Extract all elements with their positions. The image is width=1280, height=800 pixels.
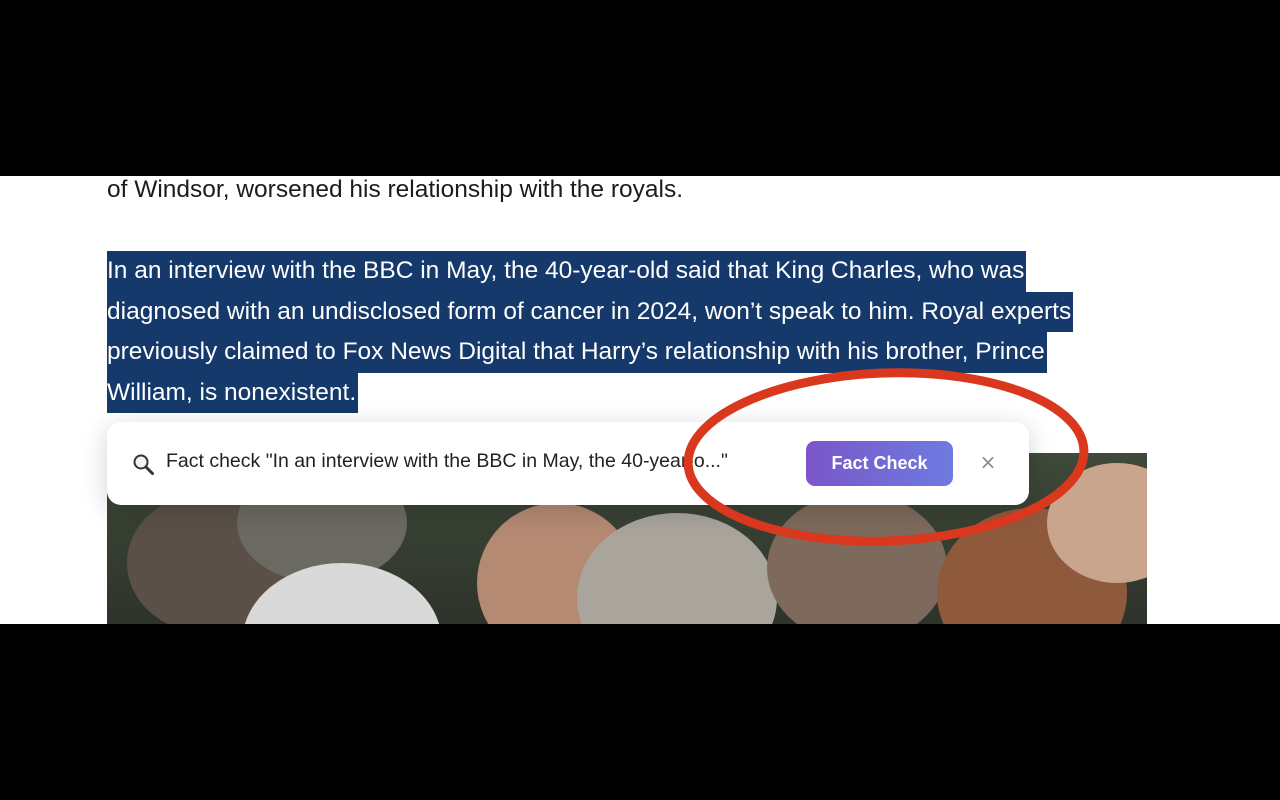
article-paragraph-text: of Windsor, worsened his relationship wi… bbox=[107, 176, 684, 203]
selected-text-line: In an interview with the BBC in May, the… bbox=[107, 251, 1027, 292]
letterbox-top bbox=[0, 0, 1280, 176]
selected-text-line: diagnosed with an undisclosed form of ca… bbox=[107, 291, 1074, 332]
photo-crowd-shape bbox=[767, 493, 947, 624]
article-paragraph-selected[interactable]: In an interview with the BBC in May, the… bbox=[107, 251, 1147, 413]
article-paragraph-previous: of Windsor, worsened his relationship wi… bbox=[107, 176, 1147, 211]
letterbox-bottom bbox=[0, 624, 1280, 800]
selected-text-line: William, is nonexistent. bbox=[107, 372, 359, 413]
selected-text-line: previously claimed to Fox News Digital t… bbox=[107, 332, 1047, 373]
close-icon[interactable]: × bbox=[975, 449, 1001, 475]
fact-check-button[interactable]: Fact Check bbox=[806, 441, 953, 486]
magnifier-icon bbox=[133, 454, 154, 475]
fact-check-prompt: Fact check "In an interview with the BBC… bbox=[166, 450, 728, 472]
fact-check-popup: Fact check "In an interview with the BBC… bbox=[107, 422, 1029, 505]
browser-viewport: of Windsor, worsened his relationship wi… bbox=[0, 176, 1280, 624]
